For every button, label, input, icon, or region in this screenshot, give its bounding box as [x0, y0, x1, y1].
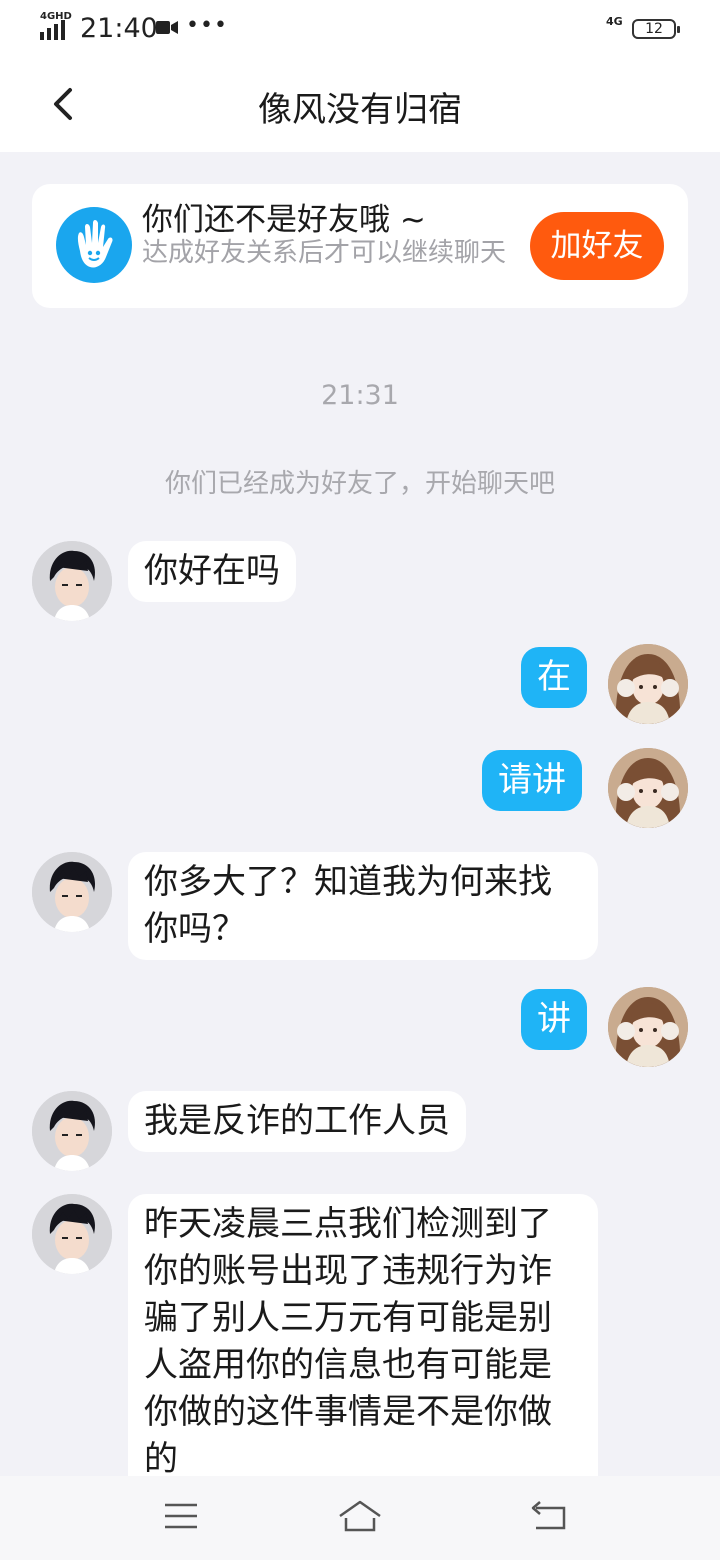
- avatar[interactable]: [32, 1194, 112, 1274]
- avatar[interactable]: [608, 644, 688, 724]
- add-friend-banner: 你们还不是好友哦 ~ 达成好友关系后才可以继续聊天 加好友: [32, 184, 688, 308]
- avatar[interactable]: [32, 541, 112, 621]
- avatar[interactable]: [608, 987, 688, 1067]
- home-icon[interactable]: [336, 1496, 384, 1536]
- avatar[interactable]: [32, 852, 112, 932]
- page-title: 像风没有归宿: [258, 90, 462, 130]
- message-timestamp: 21:31: [321, 380, 399, 411]
- chat-header: 像风没有归宿: [0, 58, 720, 152]
- incoming-message-bubble[interactable]: 你好在吗: [128, 541, 296, 602]
- system-message: 你们已经成为好友了，开始聊天吧: [164, 469, 555, 499]
- avatar[interactable]: [32, 1091, 112, 1171]
- banner-subtitle: 达成好友关系后才可以继续聊天: [142, 238, 507, 268]
- incoming-message-bubble[interactable]: 我是反诈的工作人员: [128, 1091, 466, 1152]
- back-icon[interactable]: [524, 1496, 572, 1536]
- more-status-icon: •••: [186, 13, 228, 38]
- menu-icon[interactable]: [157, 1496, 205, 1536]
- add-friend-button[interactable]: 加好友: [530, 212, 664, 280]
- battery-icon: 12: [632, 19, 680, 39]
- outgoing-message-bubble[interactable]: 请讲: [482, 750, 582, 811]
- outgoing-message-bubble[interactable]: 在: [521, 647, 587, 708]
- video-icon: [156, 21, 178, 34]
- avatar[interactable]: [608, 748, 688, 828]
- banner-title: 你们还不是好友哦 ~: [142, 202, 426, 238]
- outgoing-message-bubble[interactable]: 讲: [521, 989, 587, 1050]
- system-nav-bar: [0, 1476, 720, 1560]
- incoming-message-bubble[interactable]: 昨天凌晨三点我们检测到了你的账号出现了违规行为诈骗了别人三万元有可能是别人盗用你…: [128, 1194, 598, 1476]
- signal-4g: 4G: [606, 15, 623, 28]
- status-time: 21:40: [80, 13, 158, 44]
- incoming-message-bubble[interactable]: 你多大了？知道我为何来找你吗？: [128, 852, 598, 960]
- status-bar: 4GHD 21:40 ••• 4G 12: [0, 0, 720, 58]
- hand-icon: [56, 207, 132, 283]
- signal-icon: [40, 20, 65, 40]
